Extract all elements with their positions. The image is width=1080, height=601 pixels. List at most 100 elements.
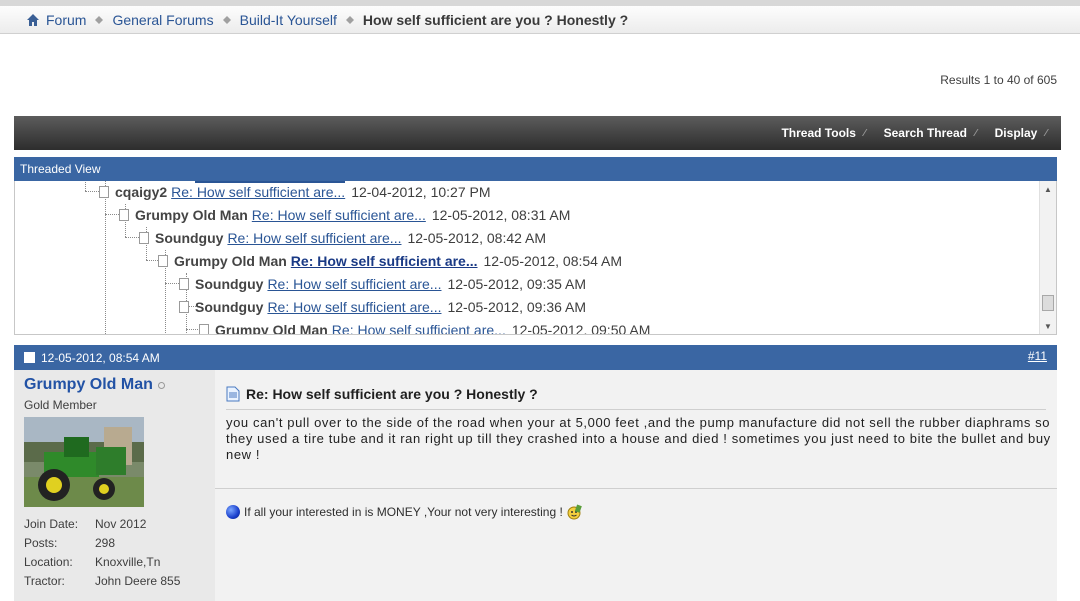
- display-menu[interactable]: Display ⁄: [995, 126, 1047, 140]
- thread-row-link[interactable]: Re: How self sufficient are...: [171, 184, 345, 200]
- tree-line: [125, 237, 139, 238]
- thread-row-user[interactable]: cqaigy2: [115, 184, 167, 200]
- dropdown-arrow-icon: ⁄: [863, 127, 866, 139]
- thread-row-link[interactable]: Re: How self sufficient are...: [227, 230, 401, 246]
- thread-row-date: 12-05-2012, 08:42 AM: [407, 229, 547, 246]
- thread-row[interactable]: Grumpy Old Man Re: How self sufficient a…: [199, 318, 651, 335]
- breadcrumb-forum[interactable]: Forum: [46, 12, 86, 28]
- user-stat-value: John Deere 855: [95, 573, 181, 588]
- thread-row-date: 12-05-2012, 09:35 AM: [447, 275, 587, 292]
- thread-row-user[interactable]: Grumpy Old Man: [174, 253, 287, 269]
- tree-line: [85, 181, 86, 191]
- user-stat-label: Location:: [24, 554, 73, 569]
- thread-row[interactable]: Soundguy Re: How self sufficient are... …: [179, 295, 586, 318]
- thread-row-link[interactable]: Re: How self sufficient are...: [291, 253, 478, 269]
- user-stat-join-date: Join Date: Nov 2012: [24, 514, 205, 533]
- signature-divider: [215, 488, 1057, 489]
- post-title: Re: How self sufficient are you ? Honest…: [246, 386, 538, 402]
- user-rank: Gold Member: [24, 398, 97, 412]
- thread-row-link[interactable]: Re: How self sufficient are...: [267, 276, 441, 292]
- scroll-down-arrow-icon[interactable]: ▼: [1040, 318, 1056, 334]
- tree-line: [165, 283, 179, 284]
- thread-row-user[interactable]: Soundguy: [195, 276, 263, 292]
- thread-toolbar: Thread Tools ⁄ Search Thread ⁄ Display ⁄: [14, 116, 1061, 150]
- thread-row-user[interactable]: Soundguy: [155, 230, 223, 246]
- threaded-view-title: Threaded View: [20, 162, 101, 176]
- post-message: you can't pull over to the side of the r…: [226, 415, 1051, 462]
- post-username-row: Grumpy Old Man: [24, 376, 205, 394]
- offline-status-icon: [157, 381, 165, 389]
- tree-line: [105, 214, 119, 215]
- avatar[interactable]: [24, 417, 144, 507]
- tree-line: [186, 329, 200, 330]
- tree-line: [105, 181, 106, 334]
- home-icon[interactable]: [26, 13, 40, 27]
- user-stat-posts: Posts: 298: [24, 533, 205, 552]
- smiley-icon: [566, 504, 582, 520]
- thread-row-link[interactable]: Re: How self sufficient are...: [252, 207, 426, 223]
- thread-row[interactable]: Grumpy Old Man Re: How self sufficient a…: [119, 203, 570, 226]
- thread-row-link[interactable]: Re: How self sufficient are...: [267, 299, 441, 315]
- post-number-link[interactable]: #11: [1028, 349, 1047, 363]
- breadcrumb-separator-icon: [220, 13, 234, 27]
- search-thread-label: Search Thread: [883, 126, 967, 140]
- post-user-info: Grumpy Old Man Gold Member Join Date: No…: [14, 370, 215, 601]
- breadcrumb-separator-icon: [92, 13, 106, 27]
- post-document-icon: [158, 254, 168, 267]
- dropdown-arrow-icon: ⁄: [974, 127, 977, 139]
- breadcrumb-general-forums[interactable]: General Forums: [112, 12, 213, 28]
- thread-row-date: 12-04-2012, 10:27 PM: [351, 183, 491, 200]
- thread-row-user[interactable]: Grumpy Old Man: [215, 322, 328, 335]
- results-count: Results 1 to 40 of 605: [940, 73, 1057, 87]
- thread-tools-menu[interactable]: Thread Tools ⁄: [781, 126, 865, 140]
- thread-row-date: 12-05-2012, 08:54 AM: [483, 252, 623, 269]
- post-document-icon: [179, 277, 189, 290]
- post-title-divider: [226, 409, 1046, 410]
- search-thread-menu[interactable]: Search Thread ⁄: [884, 126, 977, 140]
- post-username[interactable]: Grumpy Old Man: [24, 376, 153, 394]
- breadcrumb-build-it-yourself[interactable]: Build-It Yourself: [240, 12, 337, 28]
- user-stat-label: Posts:: [24, 535, 58, 550]
- user-stat-value: Nov 2012: [95, 516, 147, 531]
- post-document-icon: [119, 208, 129, 221]
- post-body: Re: How self sufficient are you ? Honest…: [215, 370, 1057, 601]
- thread-row[interactable]: cqaigy2 Re: How self sufficient are... 1…: [99, 181, 491, 203]
- post-document-icon: [99, 185, 109, 198]
- scroll-up-arrow-icon[interactable]: ▲: [1040, 181, 1056, 197]
- thread-row-selected[interactable]: Grumpy Old Man Re: How self sufficient a…: [158, 249, 622, 272]
- tree-line: [85, 191, 99, 192]
- thread-row[interactable]: Soundguy Re: How self sufficient are... …: [179, 272, 586, 295]
- thread-row-date: 12-05-2012, 09:36 AM: [447, 298, 587, 315]
- thread-row-user[interactable]: Soundguy: [195, 299, 263, 315]
- thread-row[interactable]: Soundguy Re: How self sufficient are... …: [139, 226, 546, 249]
- user-stat-label: Join Date:: [24, 516, 79, 531]
- dropdown-arrow-icon: ⁄: [1045, 127, 1047, 139]
- post-title-row: Re: How self sufficient are you ? Honest…: [226, 386, 538, 402]
- thread-row-user[interactable]: Grumpy Old Man: [135, 207, 248, 223]
- post-document-icon: [139, 231, 149, 244]
- breadcrumb-separator-icon: [343, 13, 357, 27]
- thread-tools-label: Thread Tools: [781, 126, 856, 140]
- user-stat-tractor: Tractor: John Deere 855: [24, 571, 205, 590]
- post-document-icon: [199, 323, 209, 334]
- breadcrumb: Forum General Forums Build-It Yourself H…: [0, 6, 1080, 34]
- post-signature: If all your interested in is MONEY ,Your…: [226, 504, 582, 520]
- user-stat-value: 298: [95, 535, 116, 550]
- thread-row-link[interactable]: Re: How self sufficient are...: [332, 322, 506, 335]
- threaded-view-list[interactable]: cqaigy2 Re: How self sufficient are... 1…: [14, 181, 1057, 335]
- signature-text: If all your interested in is MONEY ,Your…: [244, 505, 563, 519]
- scrollbar-thumb[interactable]: [1042, 295, 1054, 311]
- post-document-icon: [179, 300, 189, 313]
- user-stat-value: Knoxville,Tn: [95, 554, 161, 569]
- user-stat-label: Tractor:: [24, 573, 65, 588]
- thread-row-date: 12-05-2012, 09:50 AM: [511, 321, 651, 335]
- post-date: 12-05-2012, 08:54 AM: [41, 350, 160, 365]
- post-status-icon: [24, 352, 35, 363]
- threaded-view-header: Threaded View: [14, 157, 1057, 181]
- post-header: 12-05-2012, 08:54 AM #11: [14, 345, 1057, 370]
- breadcrumb-current: How self sufficient are you ? Honestly ?: [362, 11, 629, 28]
- threaded-view-scrollbar[interactable]: ▲ ▼: [1039, 181, 1056, 334]
- user-stat-location: Location: Knoxville,Tn: [24, 552, 205, 571]
- user-stats: Join Date: Nov 2012 Posts: 298 Location:…: [24, 514, 205, 590]
- blue-globe-icon: [226, 505, 240, 519]
